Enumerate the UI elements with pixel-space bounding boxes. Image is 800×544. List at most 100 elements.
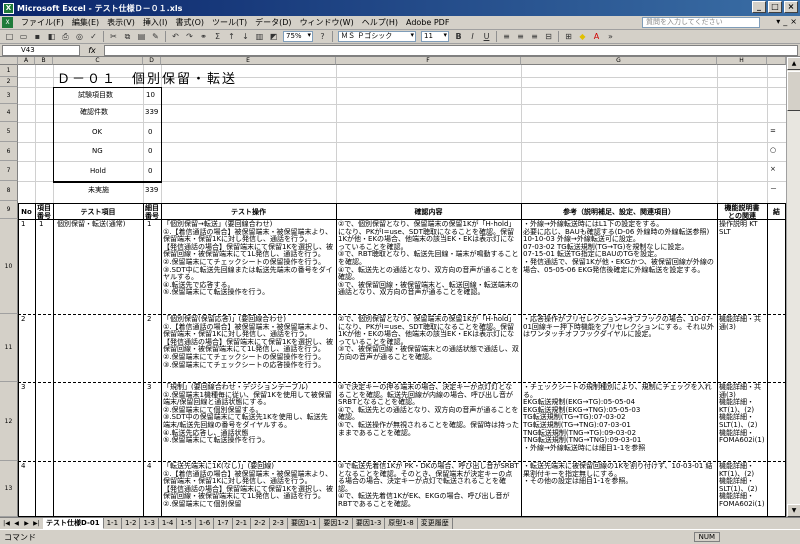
sheet-tab[interactable]: 2-1	[233, 518, 252, 529]
zoom-select[interactable]: 75%	[283, 31, 313, 42]
column-header-f[interactable]: F	[336, 57, 521, 65]
font-size-select[interactable]: 11	[421, 31, 449, 42]
name-box[interactable]: V43	[2, 44, 80, 56]
sheet-tab[interactable]: 1-6	[196, 518, 215, 529]
sheet-tab[interactable]: 1-4	[159, 518, 178, 529]
menu-data[interactable]: データ(D)	[251, 17, 295, 28]
row-header[interactable]: 1	[0, 65, 18, 77]
sheet-tab[interactable]: 変更履歴	[418, 518, 453, 529]
sheet-tab[interactable]: 1-1	[104, 518, 123, 529]
menu-tools[interactable]: ツール(T)	[208, 17, 251, 28]
sheet-tab[interactable]: 原型1-8	[385, 518, 418, 529]
sheet-tab[interactable]: 1-2	[122, 518, 141, 529]
row-header[interactable]: 12	[0, 382, 18, 461]
column-header-g[interactable]: G	[521, 57, 717, 65]
next-tab-icon[interactable]: ▶	[22, 519, 31, 528]
formula-input[interactable]	[104, 44, 798, 56]
sheet-tab[interactable]: 要因1-3	[353, 518, 386, 529]
help-icon[interactable]: ?	[316, 31, 329, 43]
fill-color-icon[interactable]: ◆	[576, 31, 589, 43]
menu-file[interactable]: ファイル(F)	[17, 17, 68, 28]
minimize-button[interactable]: _	[752, 1, 766, 13]
paste-icon[interactable]: ▤	[135, 31, 148, 43]
sheet-tab[interactable]: 1-7	[214, 518, 233, 529]
excel-app-icon[interactable]: X	[3, 2, 14, 14]
select-all-corner[interactable]	[0, 57, 18, 65]
menu-help[interactable]: ヘルプ(H)	[358, 17, 402, 28]
sheet-tab[interactable]: 1-3	[140, 518, 159, 529]
column-header-d[interactable]: D	[143, 57, 161, 65]
column-header-a[interactable]: A	[18, 57, 35, 65]
help-dropdown-icon[interactable]: ▾	[776, 17, 780, 26]
borders-icon[interactable]: ⊞	[562, 31, 575, 43]
column-header-e[interactable]: E	[161, 57, 336, 65]
row-header[interactable]: 6	[0, 142, 18, 161]
prev-tab-icon[interactable]: ◀	[12, 519, 21, 528]
scroll-up-icon[interactable]: ▲	[787, 57, 800, 70]
column-header-h[interactable]: H	[717, 57, 767, 65]
first-tab-icon[interactable]: |◀	[2, 519, 11, 528]
align-center-icon[interactable]: ≡	[514, 31, 527, 43]
last-tab-icon[interactable]: ▶|	[32, 519, 41, 528]
cut-icon[interactable]: ✂	[107, 31, 120, 43]
format-painter-icon[interactable]: ✎	[149, 31, 162, 43]
font-color-icon[interactable]: A	[590, 31, 603, 43]
autosum-icon[interactable]: Σ	[211, 31, 224, 43]
row-header[interactable]: 9	[0, 201, 18, 219]
row-header[interactable]: 8	[0, 181, 18, 201]
permission-icon[interactable]: ◧	[45, 31, 58, 43]
column-header-i[interactable]	[767, 57, 786, 65]
close-button[interactable]: ×	[784, 1, 798, 13]
menu-insert[interactable]: 挿入(I)	[139, 17, 172, 28]
sheet-tab[interactable]: 要因1-1	[288, 518, 321, 529]
help-question-input[interactable]: 質問を入力してください	[642, 17, 760, 28]
row-header[interactable]: 5	[0, 122, 18, 142]
sheet-tab[interactable]: 2-2	[251, 518, 270, 529]
column-header-c[interactable]: C	[53, 57, 143, 65]
merge-center-icon[interactable]: ⊟	[542, 31, 555, 43]
column-header-b[interactable]: B	[35, 57, 53, 65]
workbook-close-button[interactable]: ×	[790, 17, 797, 26]
maximize-button[interactable]: □	[768, 1, 782, 13]
row-header[interactable]: 2	[0, 77, 18, 87]
open-folder-icon[interactable]: ▭	[17, 31, 30, 43]
sheet-tab[interactable]: 要因1-2	[320, 518, 353, 529]
row-header[interactable]: 4	[0, 104, 18, 122]
worksheet-grid[interactable]: A B C D E F G H 1 2 3 4 5 6 7 8 9 10 11 …	[0, 57, 786, 517]
print-preview-icon[interactable]: ◎	[73, 31, 86, 43]
align-right-icon[interactable]: ≡	[528, 31, 541, 43]
vertical-scrollbar[interactable]: ▲ ▼	[786, 57, 800, 517]
sort-ascending-icon[interactable]: ↑	[225, 31, 238, 43]
row-header[interactable]: 3	[0, 87, 18, 104]
sheet-tab[interactable]: 1-5	[177, 518, 196, 529]
sort-descending-icon[interactable]: ↓	[239, 31, 252, 43]
redo-icon[interactable]: ↷	[183, 31, 196, 43]
undo-icon[interactable]: ↶	[169, 31, 182, 43]
row-header[interactable]: 7	[0, 161, 18, 181]
italic-button[interactable]: I	[466, 31, 479, 43]
menu-format[interactable]: 書式(O)	[171, 17, 208, 28]
workbook-minimize-button[interactable]: _	[783, 17, 787, 26]
drawing-icon[interactable]: ◩	[267, 31, 280, 43]
menu-edit[interactable]: 編集(E)	[68, 17, 103, 28]
align-left-icon[interactable]: ≡	[500, 31, 513, 43]
font-name-select[interactable]: ＭＳ Ｐゴシック	[338, 31, 416, 42]
scroll-down-icon[interactable]: ▼	[787, 504, 800, 517]
spelling-icon[interactable]: ✓	[87, 31, 100, 43]
row-header[interactable]: 10	[0, 219, 18, 314]
menu-adobe-pdf[interactable]: Adobe PDF	[402, 18, 453, 27]
sheet-tab[interactable]: テスト仕様D-01	[43, 518, 104, 529]
sheet-tab[interactable]: 2-3	[270, 518, 288, 529]
row-header[interactable]: 11	[0, 314, 18, 382]
toolbar-options-icon[interactable]: »	[604, 31, 617, 43]
bold-button[interactable]: B	[452, 31, 465, 43]
menu-view[interactable]: 表示(V)	[103, 17, 139, 28]
workbook-icon[interactable]: X	[2, 17, 13, 28]
underline-button[interactable]: U	[480, 31, 493, 43]
insert-function-icon[interactable]: fx	[80, 46, 104, 55]
scroll-thumb[interactable]	[787, 71, 800, 111]
new-document-icon[interactable]: □	[3, 31, 16, 43]
print-icon[interactable]: ⎙	[59, 31, 72, 43]
save-icon[interactable]: ▪	[31, 31, 44, 43]
copy-icon[interactable]: ⧉	[121, 31, 134, 43]
